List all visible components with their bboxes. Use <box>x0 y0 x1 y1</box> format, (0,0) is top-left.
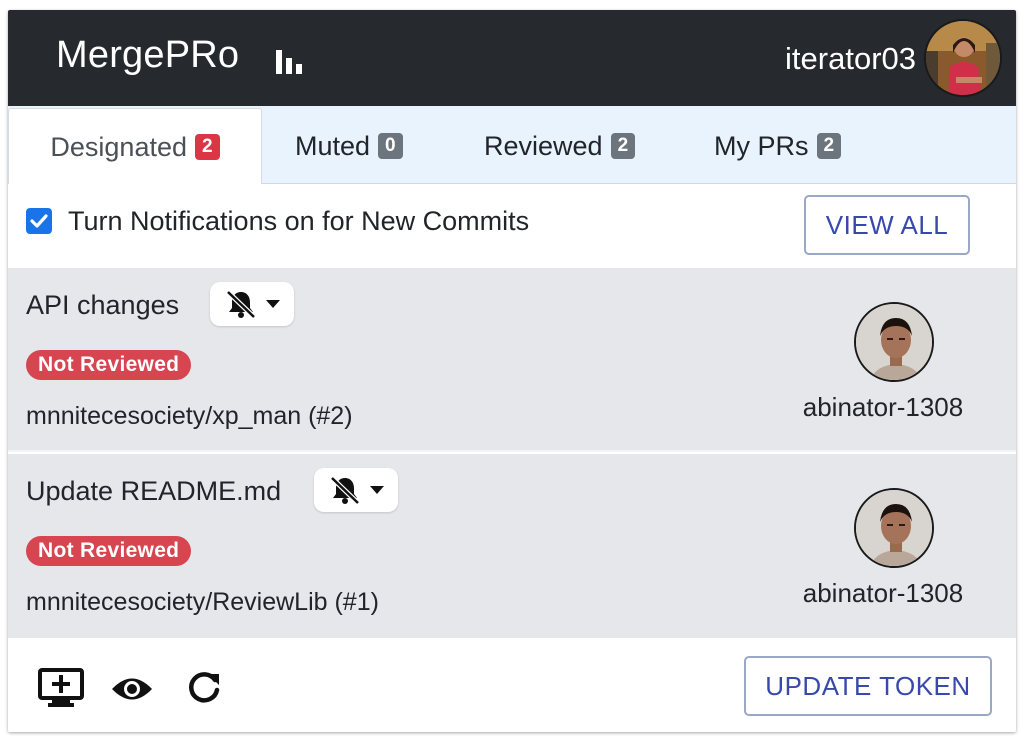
username: iterator03 <box>785 41 916 76</box>
update-token-button[interactable]: UPDATE TOKEN <box>744 656 992 716</box>
notifications-label: Turn Notifications on for New Commits <box>68 206 530 236</box>
mute-dropdown-button[interactable] <box>210 282 294 326</box>
app-window: MergePRo iterator03 Designated 2 Muted 0… <box>8 10 1016 732</box>
pr-list-item[interactable]: API changes Not Reviewed mnnitecesociety… <box>8 268 1016 452</box>
caret-down-icon <box>266 300 280 308</box>
refresh-icon[interactable] <box>186 670 222 706</box>
tab-label: Designated <box>50 131 188 162</box>
footer-toolbar: UPDATE TOKEN <box>8 638 1016 732</box>
notification-settings-row: Turn Notifications on for New Commits VI… <box>8 184 1016 268</box>
tab-count-badge: 2 <box>816 133 842 159</box>
bar-chart-icon <box>276 50 302 74</box>
tab-count-badge: 2 <box>195 134 220 160</box>
pr-author: abinator-1308 <box>802 392 964 422</box>
view-all-button[interactable]: VIEW ALL <box>804 195 970 255</box>
pr-repo: mnnitecesociety/xp_man (#2) <box>26 402 353 430</box>
monitor-plus-icon[interactable] <box>38 668 84 708</box>
author-avatar <box>854 302 934 382</box>
tab-label: My PRs <box>714 130 809 161</box>
user-avatar[interactable] <box>924 19 1002 97</box>
notifications-checkbox[interactable] <box>26 208 52 234</box>
app-header: MergePRo iterator03 <box>8 10 1016 106</box>
tab-reviewed[interactable]: Reviewed 2 <box>484 108 636 184</box>
pr-author: abinator-1308 <box>802 578 964 608</box>
eye-icon[interactable] <box>110 674 154 704</box>
pr-list-item[interactable]: Update README.md Not Reviewed mnniteceso… <box>8 454 1016 638</box>
tab-my-prs[interactable]: My PRs 2 <box>714 108 842 184</box>
tab-label: Reviewed <box>484 130 603 161</box>
mute-dropdown-button[interactable] <box>314 468 398 512</box>
tab-count-badge: 2 <box>610 133 636 159</box>
tab-muted[interactable]: Muted 0 <box>295 108 403 184</box>
bell-slash-icon <box>330 476 360 505</box>
author-avatar <box>854 488 934 568</box>
bell-slash-icon <box>226 290 256 319</box>
tab-designated[interactable]: Designated 2 <box>8 108 262 185</box>
pr-title[interactable]: Update README.md <box>26 476 281 507</box>
check-icon <box>30 214 48 228</box>
tab-count-badge: 0 <box>378 133 403 159</box>
tab-bar: Designated 2 Muted 0 Reviewed 2 My PRs 2 <box>8 106 1016 185</box>
status-badge: Not Reviewed <box>26 350 192 380</box>
pr-repo: mnnitecesociety/ReviewLib (#1) <box>26 588 379 616</box>
tab-label: Muted <box>295 130 371 161</box>
status-badge: Not Reviewed <box>26 536 192 566</box>
pr-title[interactable]: API changes <box>26 290 179 321</box>
caret-down-icon <box>370 486 384 494</box>
brand-title: MergePRo <box>56 34 240 76</box>
